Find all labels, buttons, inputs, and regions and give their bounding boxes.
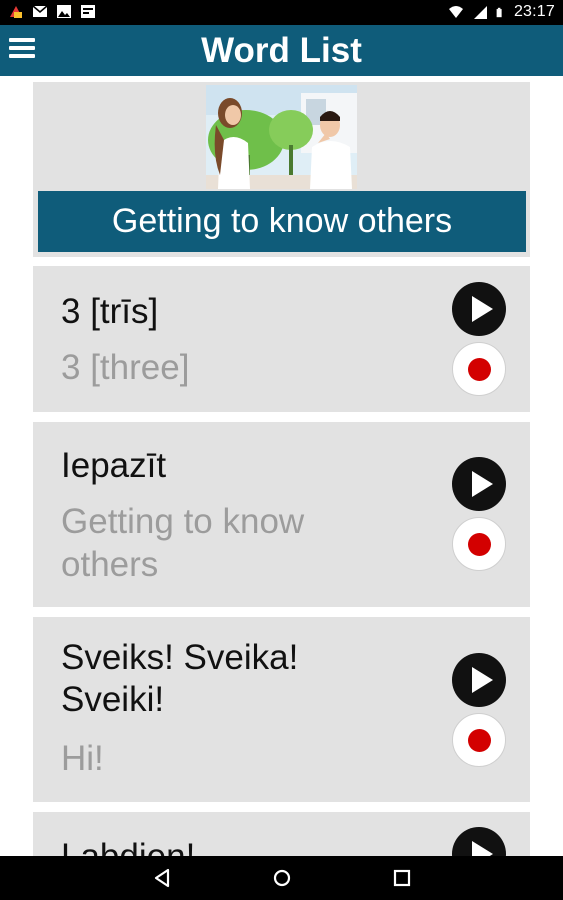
wifi-icon — [448, 5, 463, 18]
list-item[interactable]: 3 [trīs] 3 [three] — [33, 266, 530, 412]
word-text: Labdien! — [61, 836, 441, 856]
record-icon[interactable] — [452, 517, 506, 571]
play-icon[interactable] — [452, 653, 506, 707]
lesson-photo — [206, 85, 357, 189]
word-translation: Getting to know others — [61, 502, 305, 584]
battery-icon — [496, 7, 502, 17]
word-translation: Hi! — [61, 739, 104, 778]
lesson-title-bar: Getting to know others — [38, 191, 526, 252]
navigation-bar — [0, 856, 563, 900]
recents-icon[interactable] — [390, 866, 414, 890]
record-icon[interactable] — [452, 342, 506, 396]
record-icon[interactable] — [452, 713, 506, 767]
lesson-title: Getting to know others — [111, 202, 453, 240]
back-icon[interactable] — [150, 866, 174, 890]
clock: 23:17 — [513, 3, 555, 20]
keyboard-icon — [81, 5, 95, 18]
word-list[interactable]: Getting to know others 3 [trīs] 3 [three… — [0, 76, 563, 856]
notification-icons — [8, 4, 96, 19]
word-text: Iepazīt — [61, 446, 167, 485]
app-notification-icon — [10, 6, 22, 18]
page-title: Word List — [201, 31, 362, 70]
word-text: Sveiks! Sveika! Sveiki! — [61, 638, 299, 719]
list-item[interactable]: Iepazīt Getting to know others — [33, 422, 530, 607]
lesson-banner: Getting to know others — [33, 82, 530, 257]
status-bar: 23:17 — [0, 0, 563, 25]
word-text: 3 [trīs] — [61, 292, 159, 331]
list-item[interactable]: Sveiks! Sveika! Sveiki! Hi! — [33, 617, 530, 802]
gmail-icon — [32, 5, 48, 17]
word-translation: 3 [three] — [61, 348, 190, 387]
play-icon[interactable] — [452, 457, 506, 511]
play-icon[interactable] — [452, 827, 506, 856]
image-icon — [57, 5, 71, 18]
home-icon[interactable] — [270, 866, 294, 890]
signal-icon — [473, 5, 487, 19]
play-icon[interactable] — [452, 282, 506, 336]
list-item[interactable]: Labdien! — [33, 812, 530, 856]
app-bar: Word List — [0, 25, 563, 76]
